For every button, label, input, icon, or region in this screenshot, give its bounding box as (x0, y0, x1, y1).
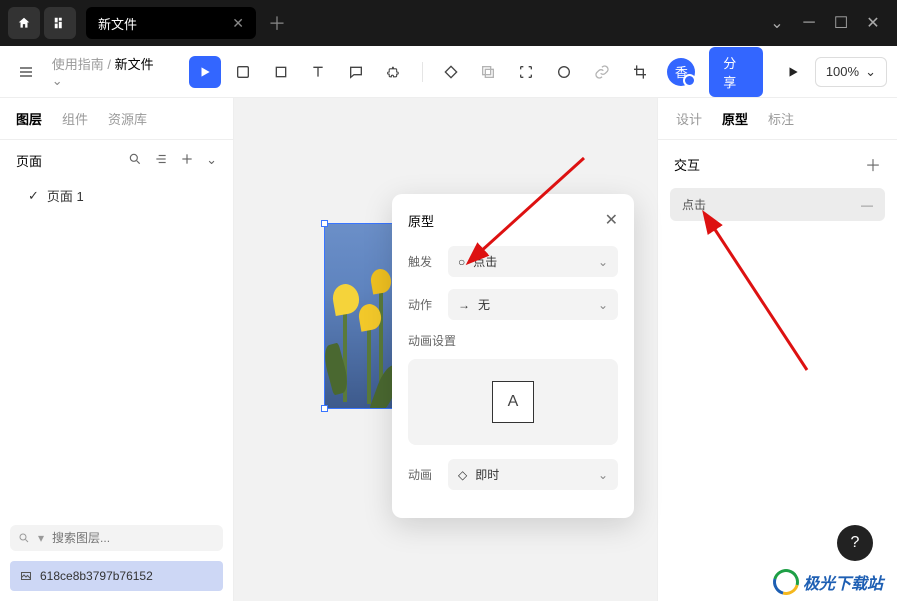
diamond-icon[interactable] (435, 56, 467, 88)
check-icon: ✓ (28, 188, 39, 204)
crop-icon[interactable] (624, 56, 656, 88)
annotation-arrow (697, 210, 817, 380)
menu-icon[interactable] (10, 56, 42, 88)
close-icon[interactable]: ✕ (232, 15, 244, 32)
avatar[interactable]: 香 (667, 58, 695, 86)
search-input[interactable] (52, 531, 215, 545)
corners-icon[interactable] (510, 56, 542, 88)
grid-icon[interactable] (44, 7, 76, 39)
circle-icon: ○ (458, 255, 465, 269)
maximize-icon[interactable]: ☐ (825, 7, 857, 39)
share-button[interactable]: 分享 (709, 47, 763, 97)
arrow-right-icon: → (458, 298, 470, 312)
chevron-down-icon[interactable]: ⌄ (761, 7, 793, 39)
tab-components[interactable]: 组件 (62, 109, 88, 128)
copy-icon[interactable] (473, 56, 505, 88)
document-tab[interactable]: 新文件 ✕ (86, 7, 256, 39)
crumb-parent: 使用指南 (52, 57, 104, 72)
minimize-icon[interactable]: ─ (793, 7, 825, 39)
tab-title: 新文件 (98, 14, 137, 33)
logo-icon (768, 564, 804, 600)
anim-preview: A (408, 359, 618, 445)
plus-icon[interactable]: ＋ (865, 152, 881, 176)
link-icon[interactable] (586, 56, 618, 88)
puzzle-icon[interactable] (378, 56, 410, 88)
window-close-icon[interactable]: ✕ (857, 7, 889, 39)
plus-icon[interactable] (180, 152, 194, 168)
interact-label: 交互 (674, 155, 700, 174)
toolbar: 使用指南 / 新文件 ⌄ 香 分享 100%⌄ (0, 46, 897, 98)
trigger-select[interactable]: ○ 点击 ⌄ (448, 246, 618, 277)
play-icon[interactable] (189, 56, 221, 88)
zoom-dropdown[interactable]: 100%⌄ (815, 57, 887, 87)
new-tab-button[interactable]: ＋ (268, 10, 286, 36)
tab-assets[interactable]: 资源库 (108, 109, 147, 128)
chevron-down-icon: ⌄ (598, 255, 608, 269)
right-tabs: 设计 原型 标注 (658, 98, 897, 140)
tab-prototype[interactable]: 原型 (722, 109, 748, 128)
trigger-label: 触发 (408, 253, 438, 270)
help-button[interactable]: ? (837, 525, 873, 561)
layer-search[interactable]: ▾ (10, 525, 223, 551)
circle-icon[interactable] (548, 56, 580, 88)
tab-design[interactable]: 设计 (676, 109, 702, 128)
prototype-popup: 原型 ✕ 触发 ○ 点击 ⌄ 动作 → 无 ⌄ 动画设置 (392, 194, 634, 518)
search-icon[interactable] (128, 152, 142, 168)
canvas[interactable]: 原型 ✕ 触发 ○ 点击 ⌄ 动作 → 无 ⌄ 动画设置 (234, 98, 657, 601)
page-item[interactable]: ✓ 页面 1 (0, 180, 233, 211)
titlebar: 新文件 ✕ ＋ ⌄ ─ ☐ ✕ (0, 0, 897, 46)
tab-annotate[interactable]: 标注 (768, 109, 794, 128)
diamond-icon: ◇ (458, 468, 467, 482)
chevron-down-icon: ⌄ (865, 64, 876, 80)
text-icon[interactable] (303, 56, 335, 88)
anim-section-label: 动画设置 (408, 332, 618, 349)
list-icon[interactable] (154, 152, 168, 168)
pages-label: 页面 (16, 151, 42, 170)
close-icon[interactable]: ✕ (605, 210, 618, 230)
popup-title: 原型 (408, 211, 434, 230)
left-tabs: 图层 组件 资源库 (0, 98, 233, 140)
action-select[interactable]: → 无 ⌄ (448, 289, 618, 320)
rectangle-icon[interactable] (227, 56, 259, 88)
left-panel: 图层 组件 资源库 页面 ⌄ ✓ 页面 1 ▾ 618ce8b3797b7615… (0, 98, 234, 601)
selected-image[interactable] (324, 223, 396, 409)
action-label: 动作 (408, 296, 438, 313)
breadcrumb[interactable]: 使用指南 / 新文件 ⌄ (52, 54, 168, 89)
chat-icon[interactable] (340, 56, 372, 88)
tab-layers[interactable]: 图层 (16, 109, 42, 128)
chevron-down-icon: ⌄ (598, 468, 608, 482)
anim-preview-a: A (492, 381, 534, 423)
crumb-current: 新文件 (115, 57, 154, 72)
chevron-down-icon[interactable]: ⌄ (206, 152, 217, 168)
preview-icon[interactable] (777, 56, 809, 88)
interaction-item[interactable]: 点击 — (670, 188, 885, 221)
home-icon[interactable] (8, 7, 40, 39)
layer-item[interactable]: 618ce8b3797b76152 (10, 561, 223, 591)
anim-label: 动画 (408, 466, 438, 483)
anim-select[interactable]: ◇ 即时 ⌄ (448, 459, 618, 490)
square-icon[interactable] (265, 56, 297, 88)
watermark: 极光下载站 (773, 569, 883, 595)
chevron-down-icon: ⌄ (598, 298, 608, 312)
minus-icon[interactable]: — (861, 198, 873, 212)
